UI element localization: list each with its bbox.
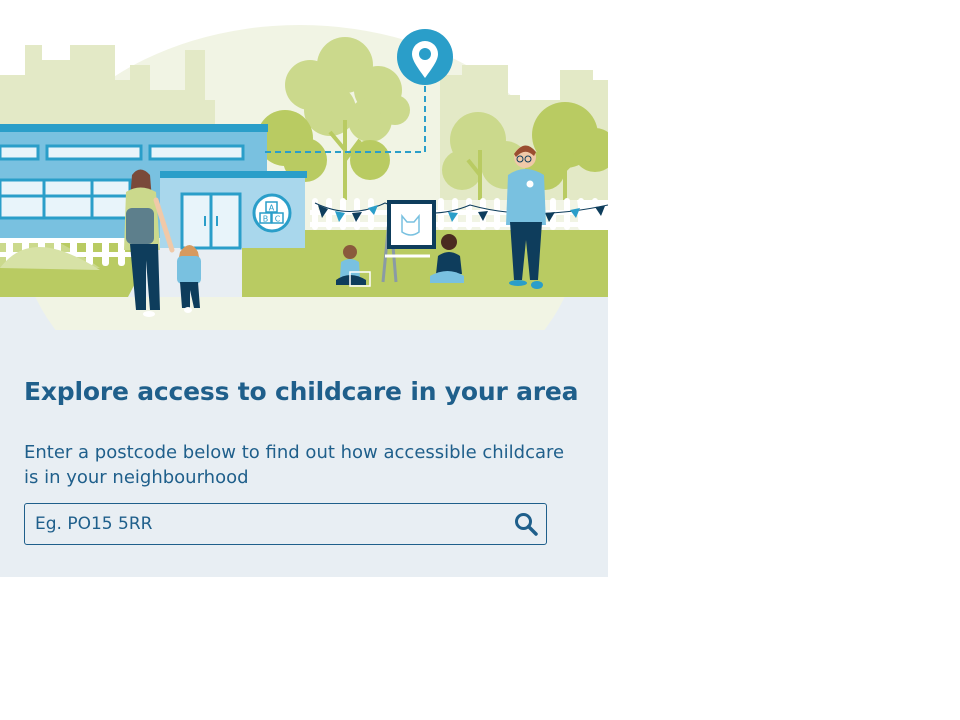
search-description: Enter a postcode below to find out how a… [24, 442, 565, 488]
svg-text:C: C [275, 215, 281, 224]
svg-text:B: B [263, 215, 269, 224]
abc-blocks-icon: A B C [252, 193, 292, 233]
childcare-search-card: A B C Explore access to childcare in you… [0, 0, 608, 577]
page-title: Explore access to childcare in your area [24, 377, 579, 406]
postcode-search-input[interactable] [25, 504, 505, 544]
svg-text:A: A [269, 204, 275, 213]
search-icon [515, 513, 538, 536]
search-button[interactable] [512, 510, 540, 538]
postcode-search [24, 503, 547, 545]
childcare-neighbourhood-illustration: A B C [0, 0, 608, 330]
location-pin-icon [397, 29, 453, 85]
